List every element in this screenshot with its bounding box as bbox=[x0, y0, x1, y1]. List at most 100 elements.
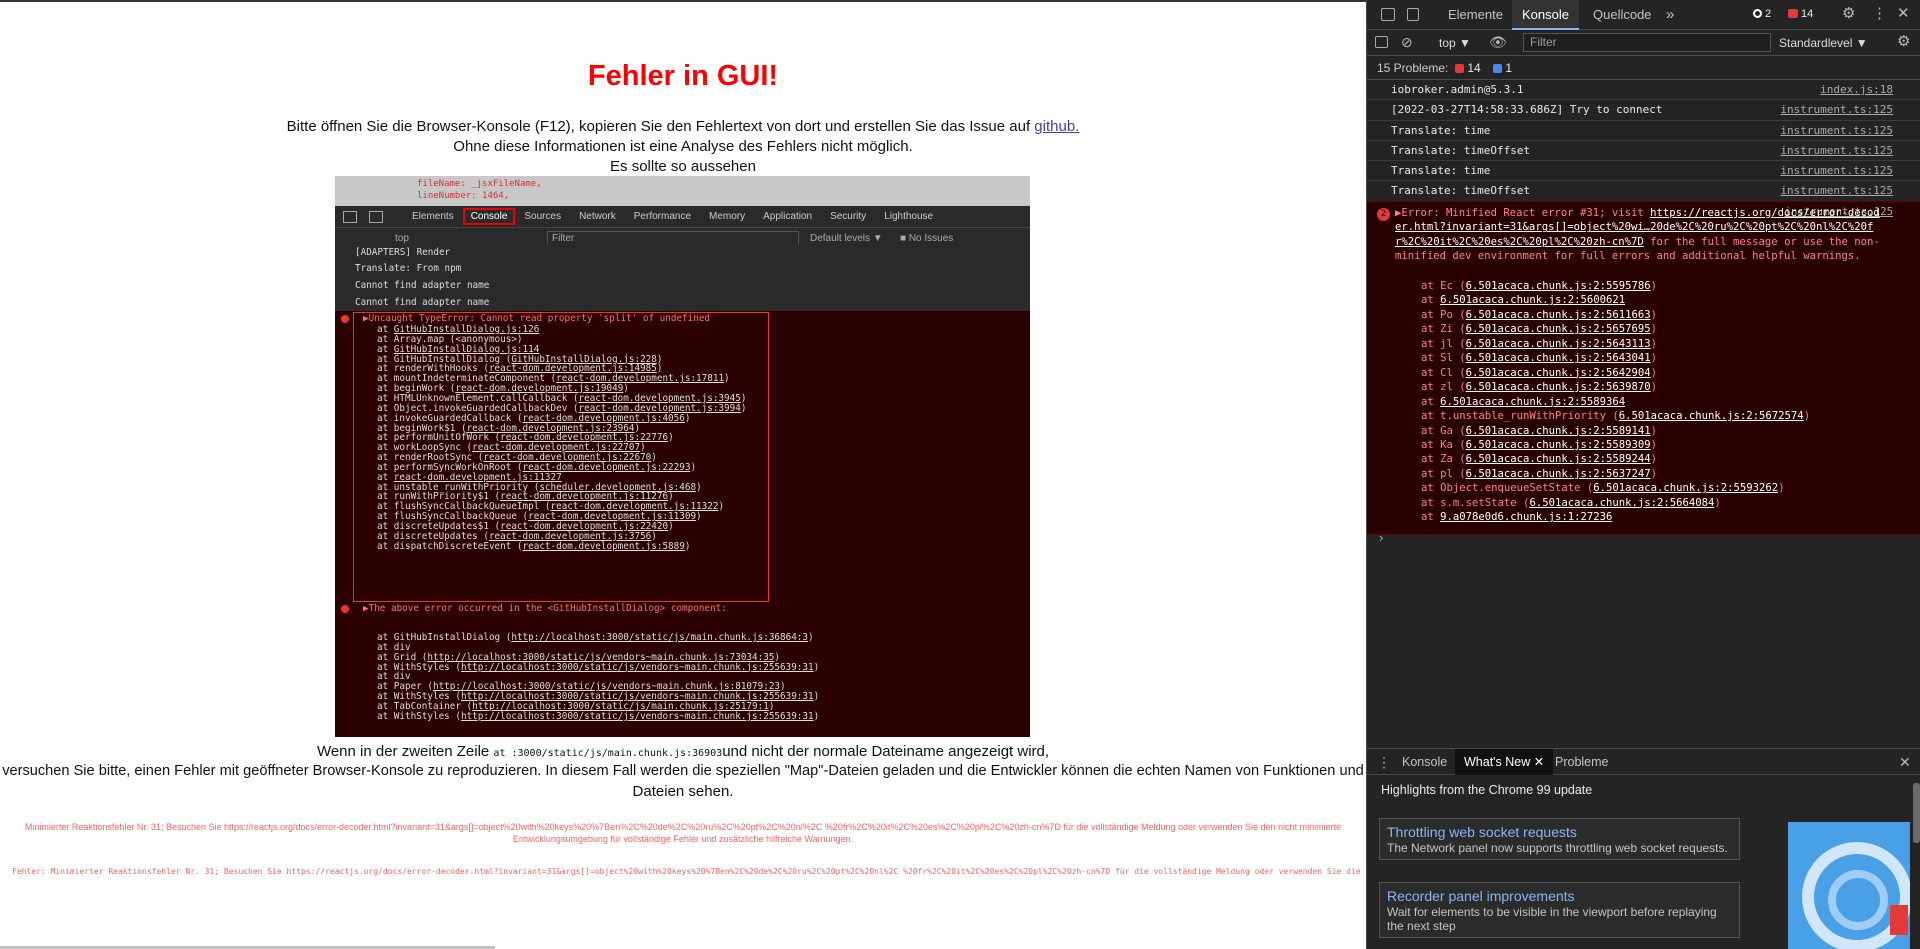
warning-badge[interactable]: 2 bbox=[1753, 8, 1771, 20]
filter-input[interactable]: Filter bbox=[1523, 33, 1771, 52]
inspect-icon[interactable] bbox=[1381, 8, 1395, 21]
problems-info-badge[interactable]: 1 bbox=[1493, 56, 1512, 80]
stack-frame: at Ec (6.501acaca.chunk.js:2:5595786) bbox=[1421, 280, 1657, 292]
stack-frame-close: ) bbox=[1650, 366, 1658, 379]
github-link[interactable]: github. bbox=[1034, 118, 1079, 135]
more-tabs-button[interactable]: » bbox=[1656, 0, 1684, 30]
stack-frame-link[interactable]: 6.501acaca.chunk.js:2:5595786 bbox=[1466, 280, 1651, 292]
stack-frame-link[interactable]: 6.501acaca.chunk.js:2:5657695 bbox=[1466, 323, 1651, 335]
illustration-bar bbox=[1890, 905, 1908, 935]
devtools-drawer: ⋮ Konsole What's New ✕ Probleme ✕ Highli… bbox=[1367, 748, 1920, 949]
stack-frame-link[interactable]: 6.501acaca.chunk.js:2:5593262 bbox=[1593, 482, 1778, 494]
console-row-source[interactable]: instrument.ts:125 bbox=[1780, 161, 1893, 181]
stack-frame-link[interactable]: 6.501acaca.chunk.js:2:5589364 bbox=[1440, 396, 1625, 408]
screenshot-frame-text: at dispatchDiscreteEvent ( bbox=[377, 540, 523, 552]
console-row-source[interactable]: index.js:18 bbox=[1820, 80, 1893, 100]
card-title: Throttling web socket requests bbox=[1387, 824, 1577, 840]
stack-frame: at 9.a078e0d6.chunk.js:1:27236 bbox=[1421, 511, 1612, 523]
screenshot-frame-close: ) bbox=[740, 402, 747, 414]
console-row-source[interactable]: instrument.ts:125 bbox=[1780, 100, 1893, 120]
browser-window: Fehler in GUI! Bitte öffnen Sie die Brow… bbox=[0, 0, 1920, 949]
stack-frame-link[interactable]: 6.501acaca.chunk.js:2:5639870 bbox=[1466, 381, 1651, 393]
stack-frame-link[interactable]: 6.501acaca.chunk.js:2:5664084 bbox=[1529, 497, 1714, 509]
console-row-source[interactable]: instrument.ts:125 bbox=[1780, 181, 1893, 201]
screenshot-devtools-tabs: Elements Console Sources Network Perform… bbox=[335, 206, 1030, 228]
hint-text: Wenn in der zweiten Zeile bbox=[316, 743, 490, 760]
stack-frame: at s.m.setState (6.501acaca.chunk.js:2:5… bbox=[1421, 497, 1721, 509]
console-row-source[interactable]: instrument.ts:125 bbox=[1780, 121, 1893, 141]
stack-frame-close: ) bbox=[1778, 482, 1785, 495]
screenshot-frame-link[interactable]: http://localhost:3000/static/js/main.chu… bbox=[511, 632, 808, 643]
stack-frame-link[interactable]: 6.501acaca.chunk.js:2:5589309 bbox=[1466, 439, 1651, 451]
console-row-text: Translate: timeOffset bbox=[1391, 143, 1531, 157]
drawer-tab-probleme[interactable]: Probleme bbox=[1546, 749, 1618, 775]
console-row-source[interactable]: instrument.ts:125 bbox=[1780, 141, 1893, 161]
stack-frame-link[interactable]: 6.501acaca.chunk.js:2:5589141 bbox=[1466, 425, 1651, 437]
clear-console-icon[interactable]: ⊘ bbox=[1401, 35, 1413, 49]
stack-frame-link[interactable]: 6.501acaca.chunk.js:2:5611663 bbox=[1466, 309, 1651, 321]
stack-frame: at Object.enqueueSetState (6.501acaca.ch… bbox=[1421, 482, 1785, 494]
screenshot-frame-link[interactable]: http://localhost:3000/static/js/vendors~… bbox=[461, 662, 814, 673]
problems-error-badge[interactable]: 14 bbox=[1455, 56, 1481, 80]
stack-frame-close: ) bbox=[1803, 410, 1811, 423]
stack-frame-text: at jl ( bbox=[1421, 337, 1466, 350]
info-icon bbox=[1493, 64, 1502, 73]
menu-icon[interactable]: ⋮ bbox=[1872, 6, 1887, 21]
devtools-tabbar: Elemente Konsole Quellcode » 2 14 ⚙ ⋮ ✕ bbox=[1367, 0, 1920, 30]
problems-bar: 15 Probleme: 14 1 bbox=[1367, 56, 1920, 80]
level-label: Standardlevel bbox=[1779, 36, 1853, 50]
screenshot-frame-link[interactable]: react-dom.development.js:5889 bbox=[523, 541, 685, 552]
screenshot-log: Translate: From npm bbox=[335, 260, 1030, 277]
device-toolbar-icon[interactable] bbox=[1407, 8, 1419, 21]
close-tab-icon[interactable]: ✕ bbox=[1534, 755, 1544, 769]
screenshot-frame-text: at WithStyles ( bbox=[377, 710, 461, 722]
tab-elemente[interactable]: Elemente bbox=[1438, 0, 1513, 30]
stack-frame-link[interactable]: 6.501acaca.chunk.js:2:5600621 bbox=[1440, 294, 1625, 306]
console-row: [2022-03-27T14:58:33.686Z] Try to connec… bbox=[1367, 100, 1920, 121]
stack-frame-link[interactable]: 6.501acaca.chunk.js:2:5642904 bbox=[1466, 367, 1651, 379]
close-icon[interactable]: ✕ bbox=[1897, 6, 1910, 21]
tab-quellcode[interactable]: Quellcode bbox=[1583, 0, 1662, 30]
device-icon bbox=[369, 210, 383, 223]
screenshot-frame-close: ) bbox=[690, 461, 697, 473]
stack-frame: at Za (6.501acaca.chunk.js:2:5589244) bbox=[1421, 453, 1657, 465]
stack-frame-link[interactable]: 9.a078e0d6.chunk.js:1:27236 bbox=[1440, 511, 1612, 523]
screenshot-frame-link[interactable]: http://localhost:3000/static/js/vendors~… bbox=[461, 711, 814, 722]
stack-frame: at Zi (6.501acaca.chunk.js:2:5657695) bbox=[1421, 323, 1657, 335]
sidebar-toggle-icon[interactable] bbox=[1375, 36, 1388, 48]
stack-frame-close: ) bbox=[1650, 352, 1658, 365]
stack-frame-link[interactable]: 6.501acaca.chunk.js:2:5643041 bbox=[1466, 352, 1651, 364]
console-row: iobroker.admin@5.3.1 index.js:18 bbox=[1367, 80, 1920, 101]
drawer-menu-icon[interactable]: ⋮ bbox=[1377, 755, 1391, 769]
stack-frame: at 6.501acaca.chunk.js:2:5600621 bbox=[1421, 294, 1625, 306]
settings-icon[interactable]: ⚙ bbox=[1842, 6, 1855, 21]
whats-new-card[interactable]: Throttling web socket requests The Netwo… bbox=[1379, 818, 1740, 860]
console-prompt[interactable]: › bbox=[1379, 530, 1383, 545]
drawer-tab-whats-new[interactable]: What's New ✕ bbox=[1455, 749, 1554, 775]
stack-frame-link[interactable]: 6.501acaca.chunk.js:2:5643113 bbox=[1466, 338, 1651, 350]
stack-frame-text: at pl ( bbox=[1421, 467, 1466, 480]
stack-frame-link[interactable]: 6.501acaca.chunk.js:2:5672574 bbox=[1619, 410, 1804, 422]
screenshot-tab: Network bbox=[579, 211, 616, 222]
screenshot-tab: Elements bbox=[412, 211, 454, 222]
drawer-scrollbar[interactable] bbox=[1913, 783, 1920, 843]
stack-frame-close: ) bbox=[1650, 467, 1658, 480]
stack-frame-link[interactable]: 6.501acaca.chunk.js:2:5637247 bbox=[1466, 468, 1651, 480]
context-select[interactable]: top ▼ bbox=[1439, 36, 1471, 50]
console-settings-icon[interactable]: ⚙ bbox=[1897, 34, 1910, 49]
stack-frame-text: at bbox=[1421, 395, 1441, 408]
inspect-icon bbox=[343, 210, 357, 223]
level-select[interactable]: Standardlevel ▼ bbox=[1779, 36, 1868, 50]
error-badge[interactable]: 14 bbox=[1788, 8, 1813, 20]
close-drawer-icon[interactable]: ✕ bbox=[1899, 755, 1911, 769]
problems-label: 15 Probleme: bbox=[1377, 61, 1449, 75]
drawer-tab-konsole[interactable]: Konsole bbox=[1393, 749, 1456, 775]
whats-new-card[interactable]: Recorder panel improvements Wait for ele… bbox=[1379, 882, 1740, 938]
tab-konsole[interactable]: Konsole bbox=[1512, 0, 1579, 30]
stack-frame-close: ) bbox=[1650, 381, 1658, 394]
stack-frame-link[interactable]: 6.501acaca.chunk.js:2:5589244 bbox=[1466, 453, 1651, 465]
illustration-ring bbox=[1828, 870, 1888, 930]
hint-line-3: Dateien sehen. bbox=[632, 783, 734, 800]
eye-icon[interactable]: 👁 bbox=[1489, 35, 1507, 49]
console-row: Translate: time instrument.ts:125 bbox=[1367, 121, 1920, 141]
